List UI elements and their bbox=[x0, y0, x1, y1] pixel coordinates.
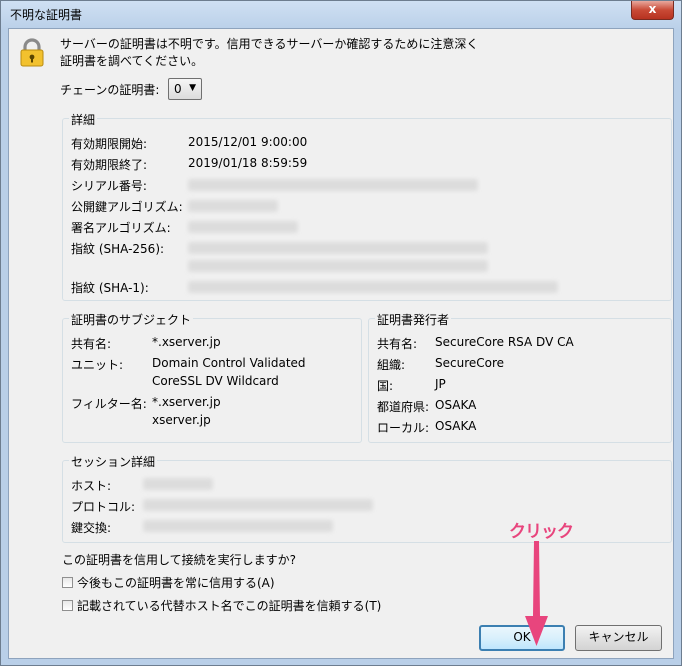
dialog-body: サーバーの証明書は不明です。信用できるサーバーか確認するために注意深く 証明書を… bbox=[8, 28, 674, 659]
issuer-cn-value: SecureCore RSA DV CA bbox=[435, 335, 574, 349]
fingerprint-sha256-label: 指紋 (SHA-256): bbox=[71, 242, 165, 256]
close-icon: x bbox=[648, 2, 657, 16]
issuer-state-value: OSAKA bbox=[435, 398, 477, 412]
arrow-down-icon bbox=[525, 541, 548, 646]
public-key-redacted bbox=[188, 200, 278, 212]
public-key-algorithm-label: 公開鍵アルゴリズム: bbox=[71, 200, 183, 214]
signature-algorithm-redacted bbox=[188, 221, 298, 233]
session-group: セッション詳細 ホスト: プロトコル: 鍵交換: bbox=[62, 453, 672, 543]
close-button[interactable]: x bbox=[631, 1, 674, 20]
subject-unit-value-1: Domain Control Validated bbox=[152, 356, 306, 370]
chain-label: チェーンの証明書: bbox=[60, 83, 160, 97]
fingerprint-sha1-label: 指紋 (SHA-1): bbox=[71, 281, 149, 295]
session-protocol-redacted bbox=[143, 499, 373, 511]
valid-from-label: 有効期限開始: bbox=[71, 137, 148, 151]
title-bar[interactable]: 不明な証明書 x bbox=[1, 1, 681, 27]
click-annotation-text: クリック bbox=[509, 522, 574, 542]
issuer-state-label: 都道府県: bbox=[377, 400, 430, 414]
issuer-country-value: JP bbox=[435, 377, 446, 391]
alt-host-trust-checkbox-row[interactable]: 記載されている代替ホスト名でこの証明書を信頼する(T) bbox=[62, 597, 381, 614]
serial-number-redacted bbox=[188, 179, 478, 191]
lock-icon bbox=[20, 38, 44, 67]
subject-filter-label: フィルター名: bbox=[71, 397, 147, 411]
issuer-legend: 証明書発行者 bbox=[375, 311, 452, 328]
always-trust-checkbox-row[interactable]: 今後もこの証明書を常に信用する(A) bbox=[62, 574, 275, 591]
chevron-down-icon: ▼ bbox=[189, 83, 196, 93]
sha1-redacted bbox=[188, 281, 558, 293]
issuer-country-label: 国: bbox=[377, 379, 394, 393]
alt-host-trust-label[interactable]: 記載されている代替ホスト名でこの証明書を信頼する(T) bbox=[77, 599, 381, 613]
session-keyexchange-label: 鍵交換: bbox=[71, 521, 112, 535]
chain-certificate-select[interactable]: 0 ▼ bbox=[168, 78, 202, 100]
issuer-org-value: SecureCore bbox=[435, 356, 505, 370]
subject-unit-label: ユニット: bbox=[71, 358, 124, 372]
session-host-redacted bbox=[143, 478, 213, 490]
always-trust-checkbox[interactable] bbox=[62, 577, 73, 588]
chain-selected-value: 0 bbox=[174, 82, 182, 96]
issuer-org-label: 組織: bbox=[377, 358, 406, 372]
trust-question: この証明書を信用して接続を実行しますか? bbox=[62, 553, 297, 567]
subject-legend: 証明書のサブジェクト bbox=[69, 311, 194, 328]
details-legend: 詳細 bbox=[69, 111, 98, 128]
warning-line-1: サーバーの証明書は不明です。信用できるサーバーか確認するために注意深く bbox=[60, 37, 479, 51]
serial-number-label: シリアル番号: bbox=[71, 179, 147, 193]
warning-message: サーバーの証明書は不明です。信用できるサーバーか確認するために注意深く 証明書を… bbox=[60, 36, 580, 70]
sha256-redacted-2 bbox=[188, 260, 488, 272]
certificate-dialog-window: 不明な証明書 x サーバーの証明書は不明です。信用できるサーバーか確認するために… bbox=[0, 0, 682, 666]
issuer-locality-value: OSAKA bbox=[435, 419, 477, 433]
session-protocol-label: プロトコル: bbox=[71, 500, 136, 514]
cancel-button[interactable]: キャンセル bbox=[575, 625, 662, 651]
alt-host-trust-checkbox[interactable] bbox=[62, 600, 73, 611]
subject-cn-value: *.xserver.jp bbox=[152, 335, 221, 349]
subject-unit-value-2: CoreSSL DV Wildcard bbox=[152, 374, 279, 388]
session-keyexchange-redacted bbox=[143, 520, 333, 532]
sha256-redacted-1 bbox=[188, 242, 488, 254]
valid-to-value: 2019/01/18 8:59:59 bbox=[188, 156, 308, 170]
issuer-group: 証明書発行者 共有名: SecureCore RSA DV CA 組織: Sec… bbox=[368, 311, 672, 443]
issuer-cn-label: 共有名: bbox=[377, 337, 418, 351]
signature-algorithm-label: 署名アルゴリズム: bbox=[71, 221, 171, 235]
subject-filter-value-2: xserver.jp bbox=[152, 413, 211, 427]
session-host-label: ホスト: bbox=[71, 479, 112, 493]
issuer-locality-label: ローカル: bbox=[377, 421, 430, 435]
subject-group: 証明書のサブジェクト 共有名: *.xserver.jp ユニット: Domai… bbox=[62, 311, 362, 443]
subject-filter-value-1: *.xserver.jp bbox=[152, 395, 221, 409]
valid-to-label: 有効期限終了: bbox=[71, 158, 148, 172]
valid-from-value: 2015/12/01 9:00:00 bbox=[188, 135, 308, 149]
always-trust-label[interactable]: 今後もこの証明書を常に信用する(A) bbox=[77, 576, 275, 590]
details-group: 詳細 有効期限開始: 2015/12/01 9:00:00 有効期限終了: 20… bbox=[62, 111, 672, 301]
subject-cn-label: 共有名: bbox=[71, 337, 112, 351]
warning-line-2: 証明書を調べてください。 bbox=[60, 54, 204, 68]
window-title: 不明な証明書 bbox=[10, 8, 83, 22]
session-legend: セッション詳細 bbox=[69, 453, 158, 470]
